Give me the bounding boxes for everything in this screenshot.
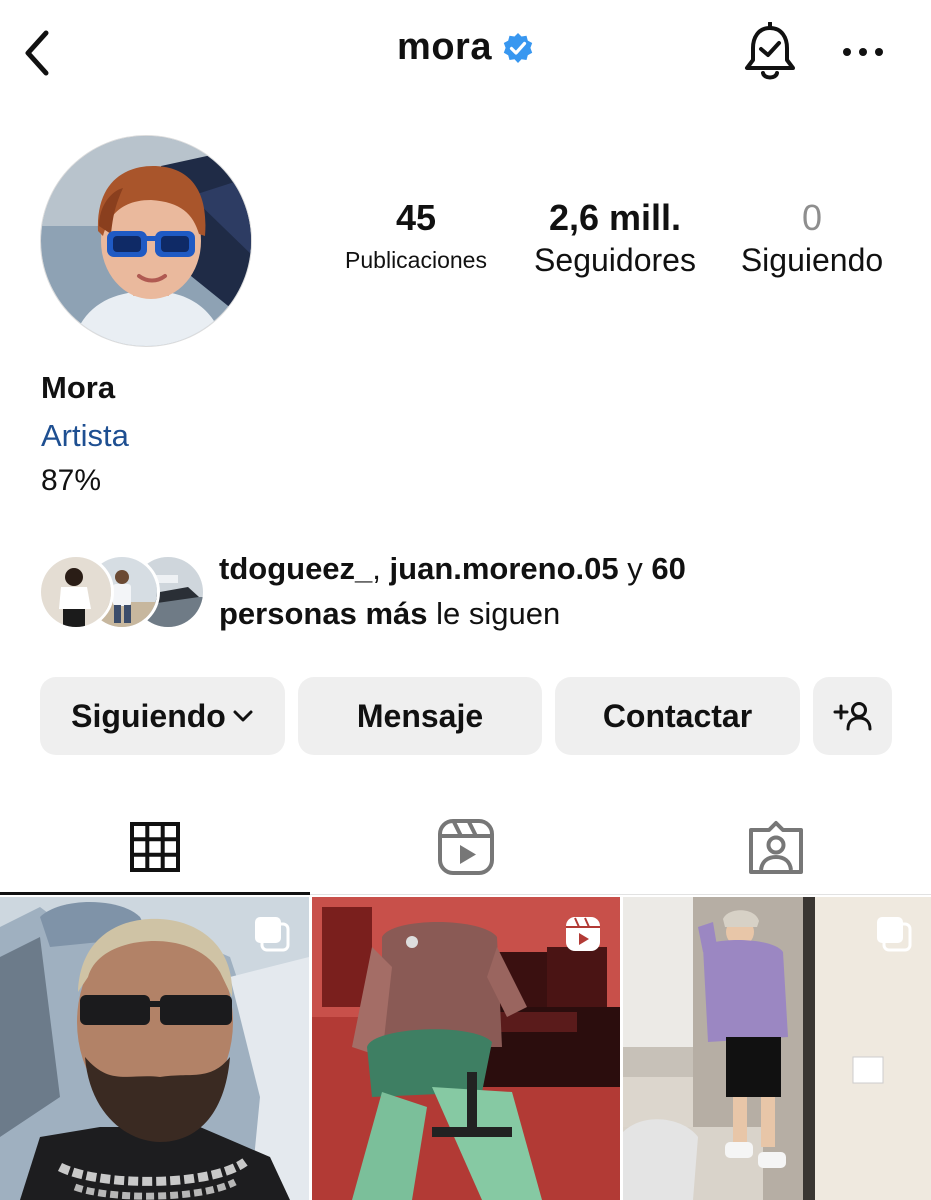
following-count: 0: [801, 197, 823, 238]
following-button[interactable]: Siguiendo: [40, 677, 285, 755]
mutual-followers-avatars[interactable]: [38, 554, 206, 630]
message-button[interactable]: Mensaje: [298, 677, 542, 755]
carousel-icon: [877, 917, 912, 952]
chevron-down-icon: [233, 710, 253, 722]
contact-button-label: Contactar: [602, 697, 753, 734]
tab-reels[interactable]: [310, 812, 621, 882]
tab-posts-grid[interactable]: [0, 812, 310, 882]
mutual-count: 60: [651, 551, 686, 586]
mutual-suffix: le siguen: [427, 596, 561, 631]
followers-count: 2,6 mill.: [548, 197, 682, 238]
bio-text: 87%: [41, 464, 102, 497]
mutual-others: personas más: [219, 596, 428, 631]
bio-category[interactable]: Artista: [41, 418, 129, 454]
mutual-separator: ,: [372, 551, 390, 586]
stat-followers[interactable]: 2,6 mill. Seguidores: [520, 196, 710, 280]
verified-badge-icon: [502, 32, 534, 64]
more-horizontal-icon[interactable]: [838, 40, 888, 64]
following-button-label: Siguiendo: [71, 697, 226, 734]
contact-button[interactable]: Contactar: [555, 677, 800, 755]
grid-icon: [130, 822, 180, 872]
mutual-avatar: [38, 554, 114, 630]
bell-check-icon[interactable]: [742, 21, 798, 84]
stat-posts[interactable]: 45 Publicaciones: [318, 196, 514, 280]
posts-count: 45: [395, 197, 437, 238]
reels-icon: [437, 819, 494, 875]
add-person-icon: [833, 702, 871, 731]
carousel-icon: [255, 917, 290, 952]
stat-following[interactable]: 0 Siguiendo: [728, 196, 896, 280]
following-label: Siguiendo: [740, 242, 884, 278]
bio-name: Mora: [41, 370, 116, 405]
suggest-people-button[interactable]: [813, 677, 892, 755]
profile-avatar[interactable]: [40, 135, 252, 347]
reels-icon: [566, 917, 600, 951]
post-thumbnail[interactable]: [312, 897, 620, 1200]
mutual-conjunction: y: [618, 551, 652, 586]
mutual-user-2[interactable]: juan.moreno.05: [390, 551, 619, 586]
mutual-followers-text[interactable]: tdogueez_, juan.moreno.05 y 60 personas m…: [219, 546, 819, 636]
mutual-user-1[interactable]: tdogueez_: [219, 551, 372, 586]
post-thumbnail[interactable]: [623, 897, 931, 1200]
posts-label: Publicaciones: [345, 247, 487, 273]
followers-label: Seguidores: [534, 242, 696, 278]
message-button-label: Mensaje: [356, 697, 484, 734]
post-thumbnail[interactable]: [0, 897, 309, 1200]
tagged-icon: [749, 821, 803, 874]
active-tab-indicator: [0, 892, 310, 895]
profile-username: mora: [397, 26, 492, 68]
tab-tagged[interactable]: [621, 812, 931, 882]
